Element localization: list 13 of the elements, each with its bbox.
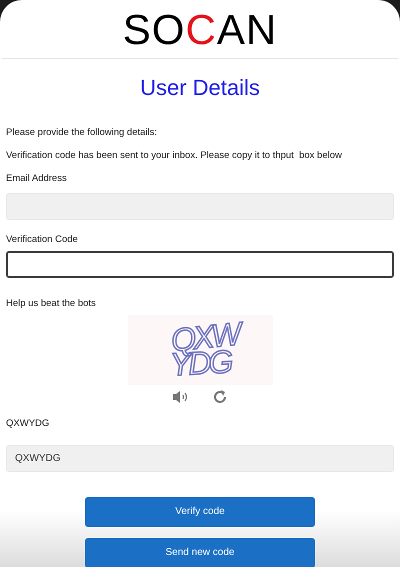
notice-text: Verification code has been sent to your inbox. Please copy it to thput box below <box>6 149 343 164</box>
input-field[interactable] <box>6 251 394 278</box>
field-label: Email Address <box>6 172 68 186</box>
field-label: Verification Code <box>6 232 79 247</box>
action-button[interactable]: Send new code <box>85 538 315 567</box>
field-label: QXWYDG <box>6 417 50 432</box>
page-title: User Details <box>140 74 260 102</box>
refresh-icon[interactable] <box>212 389 228 406</box>
logo: SOCAN <box>122 6 278 54</box>
audio-icon[interactable] <box>172 390 190 404</box>
action-button[interactable]: Verify code <box>85 496 315 526</box>
field-label: Help us beat the bots <box>6 297 97 311</box>
intro-text: Please provide the following details: <box>6 126 158 140</box>
